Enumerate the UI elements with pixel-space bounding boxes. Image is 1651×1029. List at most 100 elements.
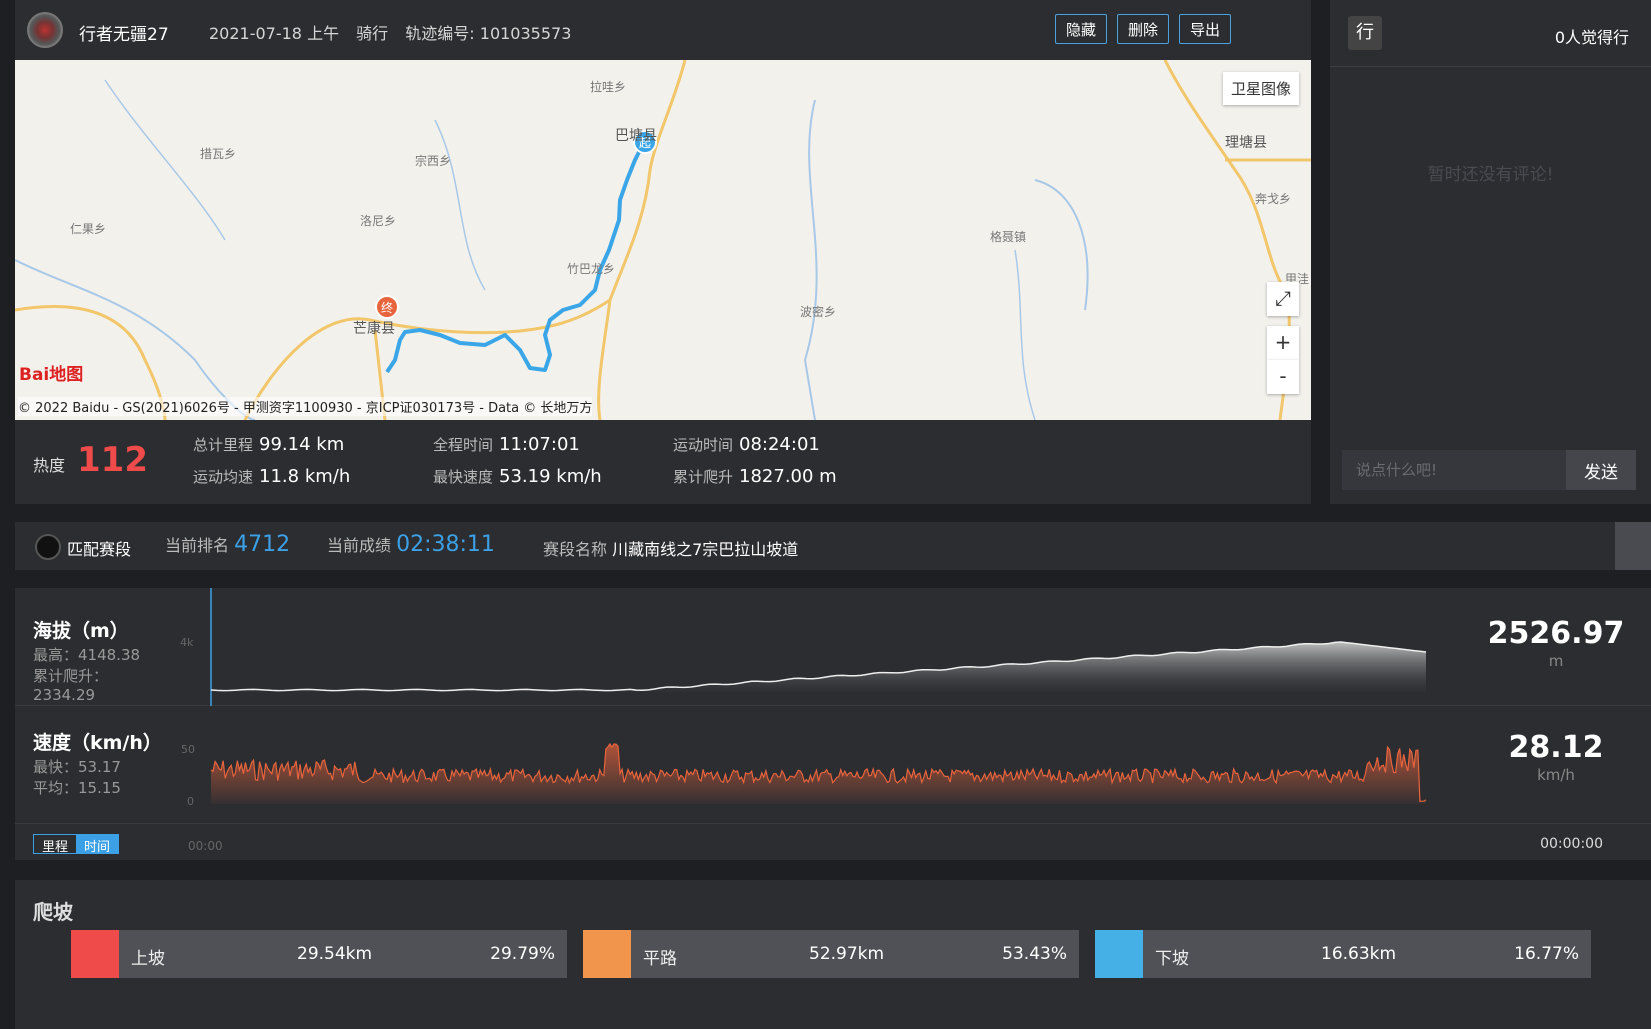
toggle-time[interactable]: 时间 bbox=[76, 835, 119, 855]
stat-avg-speed: 运动均速 11.8 km/h bbox=[193, 466, 350, 487]
segment-score-value: 02:38:11 bbox=[396, 532, 495, 557]
map-place: 巴塘县 bbox=[615, 128, 657, 144]
elevation-title: 海拔（m） bbox=[33, 620, 129, 642]
stat-value: 1827.00 m bbox=[739, 466, 837, 487]
elevation-climb-value: 2334.29 bbox=[33, 686, 96, 704]
speed-current: 28.12 bbox=[1508, 730, 1604, 765]
climb-km: 16.63km bbox=[1321, 944, 1397, 964]
speed-avg: 平均：15.15 bbox=[33, 779, 121, 797]
end-marker: 终 bbox=[375, 295, 399, 319]
ride-date: 2021-07-18 上午 bbox=[209, 24, 340, 43]
ride-info: 2021-07-18 上午 骑行 轨迹编号: 101035573 bbox=[209, 20, 583, 44]
segment-rank: 当前排名 4712 bbox=[165, 532, 290, 557]
elevation-max: 最高：4148.38 bbox=[33, 646, 141, 664]
climb-name: 平路 bbox=[643, 949, 677, 969]
ride-type: 骑行 bbox=[356, 24, 389, 43]
like-icon[interactable]: 行 bbox=[1348, 16, 1382, 50]
empty-comments: 暂时还没有评论! bbox=[1427, 165, 1554, 185]
climb-name: 下坡 bbox=[1155, 949, 1189, 969]
stat-label: 累计爬升 bbox=[673, 468, 734, 486]
fullscreen-icon[interactable]: ⤢ bbox=[1267, 282, 1299, 316]
username[interactable]: 行者无疆27 bbox=[79, 20, 169, 45]
segment-score: 当前成绩 02:38:11 bbox=[327, 532, 495, 557]
segment-name: 赛段名称 川藏南线之7宗巴拉山坡道 bbox=[543, 536, 798, 560]
river bbox=[1014, 249, 1036, 420]
speed-area bbox=[211, 743, 1426, 804]
climb-card-uphill: 上坡 29.54km 29.79% bbox=[71, 930, 567, 978]
speed-tick-bottom: 0 bbox=[187, 795, 194, 808]
segment-name-value[interactable]: 川藏南线之7宗巴拉山坡道 bbox=[612, 540, 798, 559]
map-place: 宗西乡 bbox=[415, 154, 452, 168]
stat-climb: 累计爬升 1827.00 m bbox=[673, 466, 837, 487]
map-place: 拉哇乡 bbox=[590, 80, 627, 94]
stat-value: 99.14 km bbox=[259, 434, 345, 455]
timeline-start: 00:00 bbox=[188, 839, 223, 853]
charts-panel: 海拔（m） 最高：4148.38 累计爬升： 2334.29 4k 2526.9… bbox=[15, 588, 1651, 860]
hide-button[interactable]: 隐藏 bbox=[1055, 14, 1108, 44]
zoom-in-button[interactable]: + bbox=[1267, 326, 1299, 360]
climb-title: 爬坡 bbox=[33, 900, 73, 924]
segment-title: 匹配赛段 bbox=[67, 540, 132, 559]
map-copyright: © 2022 Baidu - GS(2021)6026号 - 甲测资字11009… bbox=[18, 397, 593, 416]
hot-label: 热度 bbox=[33, 456, 66, 475]
stat-value: 11.8 km/h bbox=[259, 466, 351, 487]
climb-card-flat: 平路 52.97km 53.43% bbox=[583, 930, 1079, 978]
climb-km: 29.54km bbox=[297, 944, 373, 964]
route-map[interactable]: 起 终 拉哇乡 巴塘县 措瓦乡 宗西乡 仁果乡 洛尼乡 竹巴龙乡 芒康县 波密乡… bbox=[15, 60, 1311, 420]
uphill-swatch bbox=[71, 930, 119, 978]
elevation-tick: 4k bbox=[180, 636, 194, 649]
satellite-toggle[interactable]: 卫星图像 bbox=[1222, 72, 1299, 105]
climb-name: 上坡 bbox=[131, 949, 165, 969]
hot-value: 112 bbox=[77, 440, 148, 480]
stat-moving-time: 运动时间 08:24:01 bbox=[673, 434, 820, 455]
map-place: 格聂镇 bbox=[990, 230, 1027, 244]
climb-card-downhill: 下坡 16.63km 16.77% bbox=[1095, 930, 1591, 978]
climb-pct: 53.43% bbox=[1002, 944, 1067, 964]
end-marker-label: 终 bbox=[381, 300, 393, 315]
activity-header: 行者无疆27 2021-07-18 上午 骑行 轨迹编号: 101035573 … bbox=[15, 0, 1311, 60]
activity-stats: 热度 112 总计里程 99.14 km 运动均速 11.8 km/h 全程时间 11… bbox=[15, 420, 1311, 504]
elevation-unit: m bbox=[1548, 652, 1564, 670]
stat-total-time: 全程时间 11:07:01 bbox=[433, 434, 580, 455]
stat-label: 运动时间 bbox=[673, 436, 734, 454]
axis-toggle: 里程 时间 bbox=[33, 834, 120, 855]
segment-icon bbox=[35, 534, 61, 560]
stat-label: 全程时间 bbox=[433, 436, 494, 454]
send-button[interactable]: 发送 bbox=[1566, 450, 1636, 490]
map-place: 竹巴龙乡 bbox=[567, 262, 616, 276]
delete-button[interactable]: 删除 bbox=[1117, 14, 1170, 44]
comment-input[interactable] bbox=[1342, 450, 1566, 490]
map-place: 洛尼乡 bbox=[360, 214, 397, 228]
map-place: 措瓦乡 bbox=[200, 147, 237, 161]
user-avatar[interactable] bbox=[27, 12, 63, 48]
timeline-end: 00:00:00 bbox=[1540, 836, 1603, 852]
speed-unit: km/h bbox=[1537, 766, 1575, 784]
map-place: 理塘县 bbox=[1225, 135, 1267, 151]
stat-value: 53.19 km/h bbox=[499, 466, 602, 487]
river bbox=[434, 119, 486, 291]
flat-swatch bbox=[583, 930, 631, 978]
elevation-plot[interactable] bbox=[205, 588, 1505, 706]
comments-panel: 行 0人觉得行 暂时还没有评论! 发送 bbox=[1330, 0, 1651, 504]
zoom-out-button[interactable]: - bbox=[1267, 360, 1299, 394]
climb-panel: 爬坡 上坡 29.54km 29.79% 平路 52.97km 53.43% 下… bbox=[15, 880, 1651, 1029]
segment-bar: 匹配赛段 当前排名 4712 当前成绩 02:38:11 赛段名称 川藏南线之7… bbox=[15, 522, 1651, 570]
stat-total-distance: 总计里程 99.14 km bbox=[193, 434, 344, 455]
segment-rank-label: 当前排名 bbox=[165, 536, 230, 555]
baidu-logo: Bai地图 bbox=[19, 365, 84, 385]
map-place: 奔戈乡 bbox=[1255, 192, 1292, 206]
elevation-chart: 海拔（m） 最高：4148.38 累计爬升： 2334.29 4k 2526.9… bbox=[15, 588, 1651, 706]
climb-km: 52.97km bbox=[809, 944, 885, 964]
map-place: 仁果乡 bbox=[70, 222, 107, 236]
stat-max-speed: 最快速度 53.19 km/h bbox=[433, 466, 602, 487]
speed-title: 速度（km/h） bbox=[33, 732, 162, 754]
stat-value: 08:24:01 bbox=[739, 434, 820, 455]
river bbox=[803, 99, 818, 420]
segment-expand[interactable] bbox=[1615, 522, 1651, 570]
map-canvas[interactable]: 起 终 bbox=[15, 60, 1311, 420]
export-button[interactable]: 导出 bbox=[1179, 14, 1232, 44]
stat-label: 总计里程 bbox=[193, 436, 254, 454]
speed-plot[interactable] bbox=[205, 706, 1505, 824]
toggle-distance[interactable]: 里程 bbox=[34, 835, 77, 855]
stat-value: 11:07:01 bbox=[499, 434, 580, 455]
